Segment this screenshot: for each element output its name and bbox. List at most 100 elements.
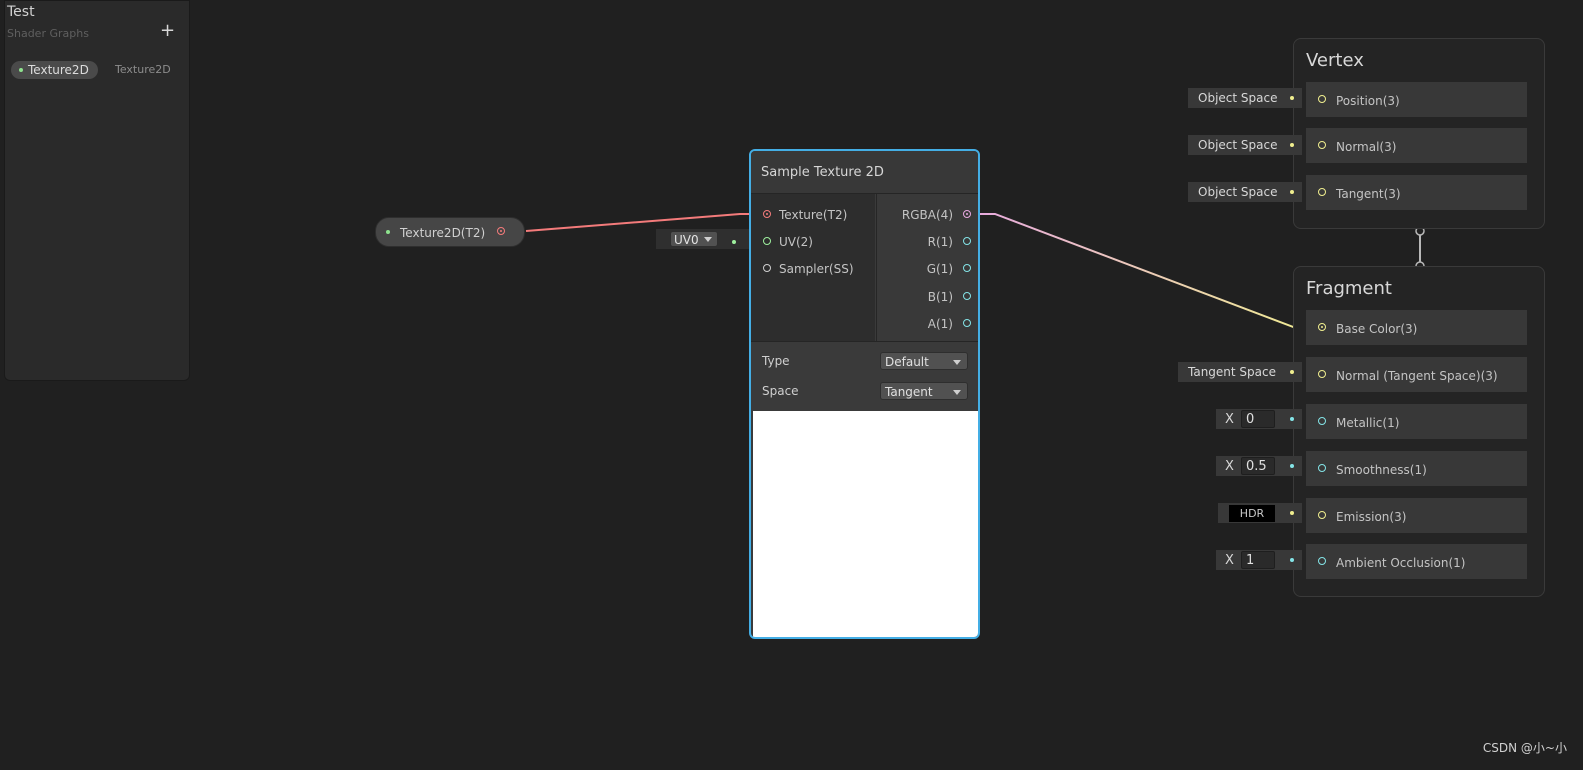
a-output-port-icon[interactable] — [963, 319, 971, 327]
emission-hdr-color-field[interactable]: HDR — [1229, 505, 1275, 522]
output-label-g: G(1) — [926, 262, 953, 276]
normal-port-icon[interactable] — [1318, 141, 1326, 149]
output-label-r: R(1) — [927, 235, 953, 249]
node-preview — [753, 411, 978, 637]
block-normal[interactable]: Normal(3) — [1306, 128, 1527, 163]
metallic-x-label: X — [1225, 412, 1234, 427]
space-dropdown[interactable]: Tangent — [880, 382, 968, 400]
caret-down-icon — [953, 360, 961, 365]
ao-x-label: X — [1225, 553, 1234, 568]
smoothness-x-label: X — [1225, 459, 1234, 474]
block-position[interactable]: Position(3) — [1306, 82, 1527, 117]
input-label-texture: Texture(T2) — [779, 208, 848, 222]
tangent-space-input[interactable]: Object Space — [1188, 182, 1302, 202]
block-label-tangent: Tangent(3) — [1336, 187, 1401, 201]
block-label-normal-ts: Normal (Tangent Space)(3) — [1336, 369, 1498, 383]
block-normal-tangent-space[interactable]: Normal (Tangent Space)(3) — [1306, 357, 1527, 392]
position-port-icon[interactable] — [1318, 95, 1326, 103]
uv-channel-dropdown[interactable]: UV0 — [670, 231, 718, 247]
node-inputs: Texture(T2) UV(2) Sampler(SS) — [751, 194, 875, 341]
normal-space-value: Object Space — [1198, 138, 1278, 152]
base-color-port-icon[interactable] — [1318, 323, 1326, 331]
smoothness-value-field[interactable]: 0.5 — [1241, 457, 1275, 475]
node-title-bar[interactable]: Sample Texture 2D — [751, 151, 978, 194]
emission-port-icon[interactable] — [1318, 511, 1326, 519]
slot-dot-icon — [1290, 511, 1294, 515]
slot-dot-icon — [1290, 370, 1294, 374]
ao-input: X 1 — [1216, 550, 1302, 570]
blackboard-title: Test — [7, 4, 35, 20]
normal-ts-space-value: Tangent Space — [1188, 365, 1276, 379]
texture-property-node[interactable]: Texture2D(T2) — [375, 217, 525, 247]
uv-slot-dot-icon — [732, 240, 736, 244]
block-label-base-color: Base Color(3) — [1336, 322, 1418, 336]
metallic-value-field[interactable]: 0 — [1241, 410, 1275, 428]
output-label-b: B(1) — [927, 290, 953, 304]
block-base-color[interactable]: Base Color(3) — [1306, 310, 1527, 345]
output-label-rgba: RGBA(4) — [901, 208, 953, 222]
block-ambient-occlusion[interactable]: Ambient Occlusion(1) — [1306, 544, 1527, 579]
sampler-input-port-icon[interactable] — [763, 264, 771, 272]
block-label-position: Position(3) — [1336, 94, 1400, 108]
block-label-emission: Emission(3) — [1336, 510, 1407, 524]
g-output-port-icon[interactable] — [963, 264, 971, 272]
b-output-port-icon[interactable] — [963, 292, 971, 300]
metallic-port-icon[interactable] — [1318, 417, 1326, 425]
uv-channel-value: UV0 — [674, 233, 699, 247]
type-label: Type — [762, 354, 790, 368]
block-label-smoothness: Smoothness(1) — [1336, 463, 1427, 477]
type-value: Default — [885, 355, 929, 369]
smoothness-input: X 0.5 — [1216, 456, 1302, 476]
r-output-port-icon[interactable] — [963, 237, 971, 245]
node-title: Sample Texture 2D — [761, 165, 884, 180]
block-metallic[interactable]: Metallic(1) — [1306, 404, 1527, 439]
space-label: Space — [762, 384, 799, 398]
slot-dot-icon — [1290, 464, 1294, 468]
caret-down-icon — [704, 237, 712, 242]
block-tangent[interactable]: Tangent(3) — [1306, 175, 1527, 210]
node-settings: Type Default Space Tangent — [751, 341, 978, 411]
vertex-title: Vertex — [1306, 50, 1364, 71]
space-value: Tangent — [885, 385, 933, 399]
block-smoothness[interactable]: Smoothness(1) — [1306, 451, 1527, 486]
normal-ts-port-icon[interactable] — [1318, 370, 1326, 378]
normal-ts-space-input[interactable]: Tangent Space — [1178, 362, 1302, 382]
normal-space-input[interactable]: Object Space — [1188, 135, 1302, 155]
blackboard-property-name: Texture2D — [28, 63, 89, 77]
position-space-input[interactable]: Object Space — [1188, 88, 1302, 108]
type-dropdown[interactable]: Default — [880, 352, 968, 370]
caret-down-icon — [953, 390, 961, 395]
input-label-sampler: Sampler(SS) — [779, 262, 854, 276]
watermark-text: CSDN @小~小 — [1482, 741, 1567, 755]
sample-texture-2d-node[interactable]: Sample Texture 2D Texture(T2) UV(2) Samp… — [749, 149, 980, 639]
blackboard-property-pill[interactable]: Texture2D — [11, 61, 98, 79]
edge-rgba-basecolor — [967, 213, 1322, 329]
slot-dot-icon — [1290, 417, 1294, 421]
add-property-button[interactable]: + — [160, 20, 175, 41]
blackboard-subtitle: Shader Graphs — [7, 27, 89, 40]
block-label-metallic: Metallic(1) — [1336, 416, 1400, 430]
rgba-output-port-icon[interactable] — [963, 210, 971, 218]
tangent-port-icon[interactable] — [1318, 188, 1326, 196]
slot-dot-icon — [1290, 96, 1294, 100]
slot-dot-icon — [1290, 558, 1294, 562]
blackboard-property-type: Texture2D — [115, 63, 171, 76]
texture-input-port-icon[interactable] — [763, 210, 771, 218]
property-dot-icon — [19, 68, 23, 72]
slot-dot-icon — [1290, 190, 1294, 194]
tangent-space-value: Object Space — [1198, 185, 1278, 199]
output-label-a: A(1) — [927, 317, 953, 331]
block-emission[interactable]: Emission(3) — [1306, 498, 1527, 533]
ao-value-field[interactable]: 1 — [1241, 551, 1275, 569]
blackboard-panel[interactable] — [4, 0, 190, 381]
slot-dot-icon — [1290, 143, 1294, 147]
node-outputs: RGBA(4) R(1) G(1) B(1) A(1) — [876, 194, 978, 341]
input-label-uv: UV(2) — [779, 235, 813, 249]
ao-port-icon[interactable] — [1318, 557, 1326, 565]
uv-input-port-icon[interactable] — [763, 237, 771, 245]
property-node-label: Texture2D(T2) — [400, 226, 486, 240]
smoothness-port-icon[interactable] — [1318, 464, 1326, 472]
property-output-port-icon[interactable] — [497, 227, 505, 235]
position-space-value: Object Space — [1198, 91, 1278, 105]
block-label-normal: Normal(3) — [1336, 140, 1397, 154]
